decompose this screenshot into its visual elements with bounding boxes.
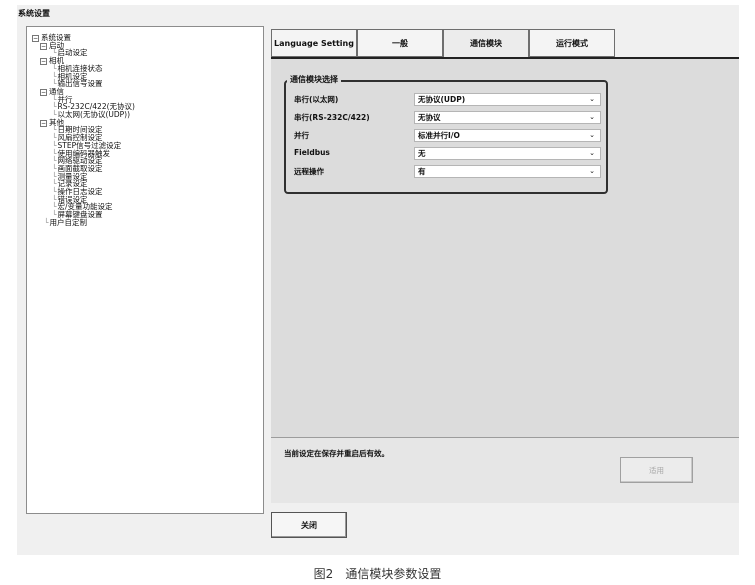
chevron-down-icon: ⌄ [589,113,595,121]
tab-run-mode[interactable]: 运行模式 [529,29,615,57]
figure-caption-text: 通信模块参数设置 [345,567,442,581]
tab-general[interactable]: 一般 [357,29,443,57]
select-serial-rs232[interactable]: 无协议 ⌄ [414,111,601,124]
tree-collapse-icon[interactable]: − [40,42,47,50]
tree-collapse-icon[interactable]: − [40,119,47,127]
figure-number: 图2 [313,567,334,581]
tree-item-label: 以太网(无协议(UDP)) [57,110,131,119]
tree-item-label: 输出信号设置 [57,79,103,89]
row-label-fieldbus: Fieldbus [294,148,330,157]
tree-collapse-icon[interactable]: − [40,58,47,66]
chevron-down-icon: ⌄ [589,167,595,175]
tree-collapse-icon[interactable]: − [40,88,47,96]
figure-caption: 图2 通信模块参数设置 [0,565,755,582]
row-label-remote-operation: 远程操作 [294,167,324,176]
apply-button[interactable]: 适用 [620,457,693,483]
chevron-down-icon: ⌄ [589,95,595,103]
tree-collapse-icon[interactable]: − [32,35,39,42]
tab-language-setting[interactable]: Language Setting [271,29,357,57]
tab-comm-module[interactable]: 通信模块 [443,29,529,58]
row-label-serial-rs232: 串行(RS-232C/422) [294,113,370,122]
chevron-down-icon: ⌄ [589,149,595,157]
window-title: 系统设置 [18,9,50,18]
row-label-parallel: 并行 [294,131,309,140]
row-label-serial-ethernet: 串行(以太网) [294,95,339,104]
select-fieldbus[interactable]: 无 ⌄ [414,147,601,160]
close-button[interactable]: 关闭 [271,512,347,538]
groupbox-title: 通信模块选择 [287,74,341,85]
select-remote-operation[interactable]: 有 ⌄ [414,165,601,178]
select-serial-ethernet[interactable]: 无协议(UDP) ⌄ [414,93,601,106]
restart-note: 当前设定在保存并重启后有效。 [284,449,389,458]
select-parallel[interactable]: 标准并行I/O ⌄ [414,129,601,142]
chevron-down-icon: ⌄ [589,131,595,139]
tree-item[interactable]: └用户自定制 [44,217,88,227]
tree-item-label: 用户自定制 [49,217,88,227]
tree-line-icon: └ [44,217,49,227]
